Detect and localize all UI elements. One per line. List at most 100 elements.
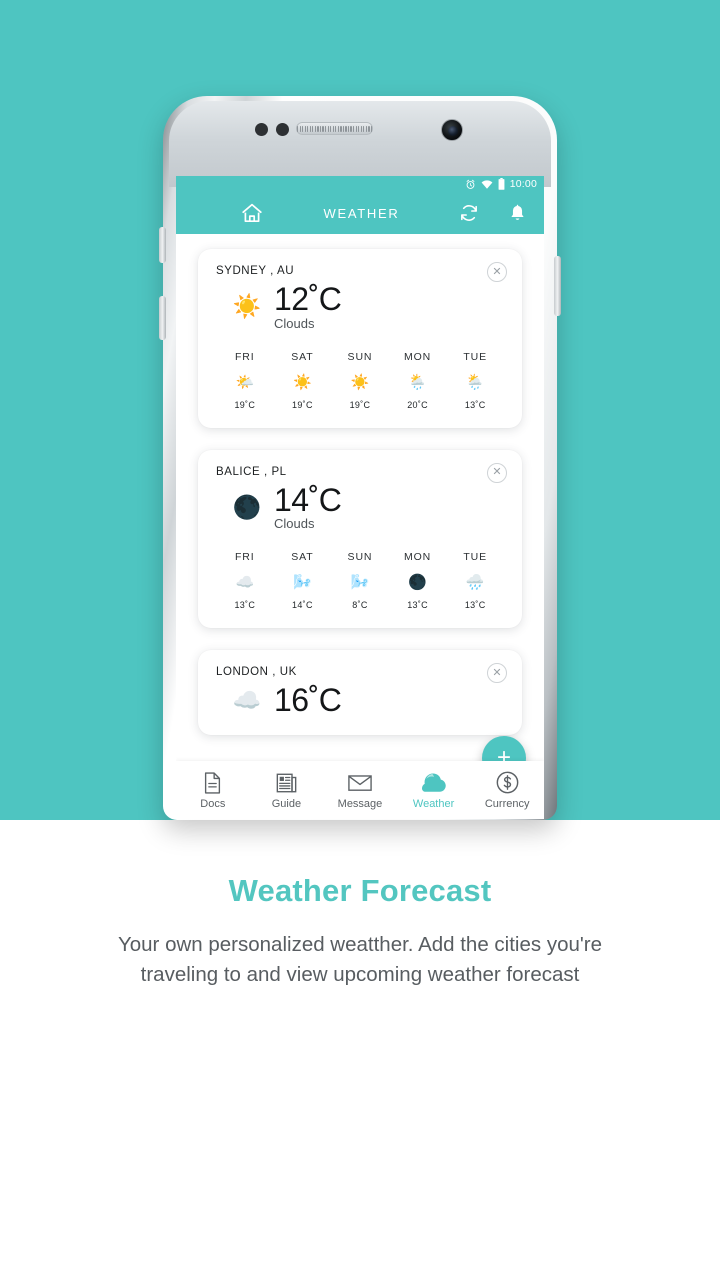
forecast-day-label: FRI xyxy=(234,350,255,363)
alarm-icon xyxy=(466,179,475,189)
card-city-name: BALICE , PL xyxy=(216,465,287,478)
weather-card[interactable]: BALICE , PL ✕ 🌑 14˚C Clouds FRI ☁️ 13˚C … xyxy=(198,449,522,629)
forecast-day-label: TUE xyxy=(463,551,488,564)
forecast-temperature: 13˚C xyxy=(464,399,486,410)
sun-behind-rain-cloud-icon: 🌦️ xyxy=(408,373,427,391)
cloud-filled-icon xyxy=(397,771,471,795)
nav-item-guide[interactable]: Guide xyxy=(250,771,324,810)
nav-label: Docs xyxy=(200,797,226,810)
forecast-day: SAT ☀️ 19˚C xyxy=(274,351,332,410)
nav-label: Currency xyxy=(484,797,530,810)
forecast-day: TUE 🌦️ 13˚C xyxy=(446,351,504,410)
weather-card[interactable]: LONDON , UK ✕ ☁️ 16˚C xyxy=(198,650,522,735)
forecast-temperature: 19˚C xyxy=(292,399,313,410)
front-camera-icon xyxy=(441,119,463,141)
proximity-sensor-icon xyxy=(255,123,268,136)
wind-cloud-icon: 🌬️ xyxy=(293,574,312,592)
forecast-day: SUN 🌬️ 8˚C xyxy=(331,551,389,610)
status-bar: 10:00 xyxy=(176,176,544,192)
hamburger-menu-icon[interactable] xyxy=(194,209,214,218)
nav-item-currency[interactable]: Currency xyxy=(470,771,544,810)
wifi-icon xyxy=(481,179,493,189)
cloud-icon: ☁️ xyxy=(232,686,262,713)
forecast-temperature: 19˚C xyxy=(234,399,256,410)
current-weather: ☁️ 16˚C xyxy=(216,684,504,717)
rain-dust-icon: 🌧️ xyxy=(465,574,485,592)
current-temperature: 12˚C xyxy=(274,281,342,317)
app-bar: WEATHER xyxy=(176,192,544,234)
nav-item-weather[interactable]: Weather xyxy=(397,771,471,810)
forecast-day: MON 🌦️ 20˚C xyxy=(389,351,447,410)
forecast-day-label: SAT xyxy=(291,350,314,363)
dust-sun-icon: 🌑 xyxy=(232,493,262,520)
current-description: Clouds xyxy=(274,315,315,331)
current-weather: ☀️ 12˚C Clouds xyxy=(216,281,504,331)
document-icon xyxy=(176,771,250,795)
card-city-name: SYDNEY , AU xyxy=(216,265,295,277)
forecast-day-label: FRI xyxy=(234,551,255,564)
forecast-day-label: SAT xyxy=(291,551,314,564)
dollar-circle-icon xyxy=(470,771,544,795)
newspaper-icon xyxy=(250,771,324,795)
forecast-day: TUE 🌧️ 13˚C xyxy=(446,551,504,610)
phone-mockup: 10:00 WEATHER SYDNEY , AU ✕ ☀️ 12˚C Clou… xyxy=(159,96,561,820)
card-city-name: LONDON , UK xyxy=(216,666,297,679)
forecast-temperature: 13˚C xyxy=(464,600,486,611)
home-icon[interactable] xyxy=(240,201,264,225)
sun-icon: ☀️ xyxy=(350,373,370,391)
forecast-day: FRI 🌤️ 19˚C xyxy=(216,351,274,410)
envelope-icon xyxy=(323,771,397,795)
close-icon[interactable]: ✕ xyxy=(487,262,507,282)
current-weather: 🌑 14˚C Clouds xyxy=(216,481,504,532)
dust-sun-icon: 🌑 xyxy=(408,574,427,592)
current-description: Clouds xyxy=(274,516,315,532)
forecast-day-label: SUN xyxy=(347,350,373,363)
forecast-day: FRI ☁️ 13˚C xyxy=(216,551,274,610)
forecast-day: SUN ☀️ 19˚C xyxy=(331,351,389,410)
forecast-day-label: MON xyxy=(403,350,432,363)
wind-cloud-icon: 🌬️ xyxy=(350,574,370,592)
sun-behind-rain-cloud-icon: 🌦️ xyxy=(465,373,485,391)
forecast-temperature: 20˚C xyxy=(407,399,428,410)
phone-power-button xyxy=(554,256,561,316)
nav-label: Guide xyxy=(271,797,302,810)
phone-left-button-upper xyxy=(159,227,166,263)
phone-top-bezel xyxy=(169,101,551,187)
cloud-icon: ☁️ xyxy=(235,574,255,592)
forecast-temperature: 14˚C xyxy=(292,600,313,611)
refresh-icon[interactable] xyxy=(459,203,479,223)
status-bar-time: 10:00 xyxy=(509,178,537,190)
light-sensor-icon xyxy=(276,123,289,136)
nav-label: Weather xyxy=(412,797,455,810)
current-temperature: 14˚C xyxy=(274,481,342,518)
forecast-row: FRI ☁️ 13˚C SAT 🌬️ 14˚C SUN 🌬️ 8˚C MON 🌑… xyxy=(216,551,504,610)
bell-icon[interactable] xyxy=(509,204,526,223)
forecast-day: SAT 🌬️ 14˚C xyxy=(274,551,332,610)
sun-behind-cloud-icon: 🌤️ xyxy=(235,373,255,391)
close-icon[interactable]: ✕ xyxy=(487,663,507,684)
nav-item-docs[interactable]: Docs xyxy=(176,771,250,810)
battery-icon xyxy=(498,178,505,190)
screenshot-root: 10:00 WEATHER SYDNEY , AU ✕ ☀️ 12˚C Clou… xyxy=(0,0,720,1280)
forecast-temperature: 13˚C xyxy=(234,600,256,611)
forecast-temperature: 13˚C xyxy=(407,600,428,611)
forecast-day-label: SUN xyxy=(347,551,373,564)
weather-card[interactable]: SYDNEY , AU ✕ ☀️ 12˚C Clouds FRI 🌤️ 19˚C… xyxy=(198,249,522,428)
nav-item-message[interactable]: Message xyxy=(323,771,397,810)
forecast-day-label: MON xyxy=(403,551,432,564)
phone-screen: 10:00 WEATHER SYDNEY , AU ✕ ☀️ 12˚C Clou… xyxy=(176,176,544,819)
weather-card-list[interactable]: SYDNEY , AU ✕ ☀️ 12˚C Clouds FRI 🌤️ 19˚C… xyxy=(176,234,544,819)
forecast-temperature: 8˚C xyxy=(352,600,368,611)
page-title: Weather Forecast xyxy=(228,873,492,908)
sun-icon: ☀️ xyxy=(232,293,262,320)
page-description: Your own personalized weatther. Add the … xyxy=(117,933,603,987)
phone-left-button-lower xyxy=(159,296,166,340)
forecast-temperature: 19˚C xyxy=(349,399,371,410)
current-temperature: 16˚C xyxy=(274,682,342,719)
forecast-day-label: TUE xyxy=(463,350,488,363)
close-icon[interactable]: ✕ xyxy=(487,462,507,483)
forecast-row: FRI 🌤️ 19˚C SAT ☀️ 19˚C SUN ☀️ 19˚C MON … xyxy=(216,351,504,410)
nav-label: Message xyxy=(337,797,383,810)
forecast-day: MON 🌑 13˚C xyxy=(389,551,447,610)
bottom-navigation: Docs Guide Message Weather Currency xyxy=(176,761,544,819)
